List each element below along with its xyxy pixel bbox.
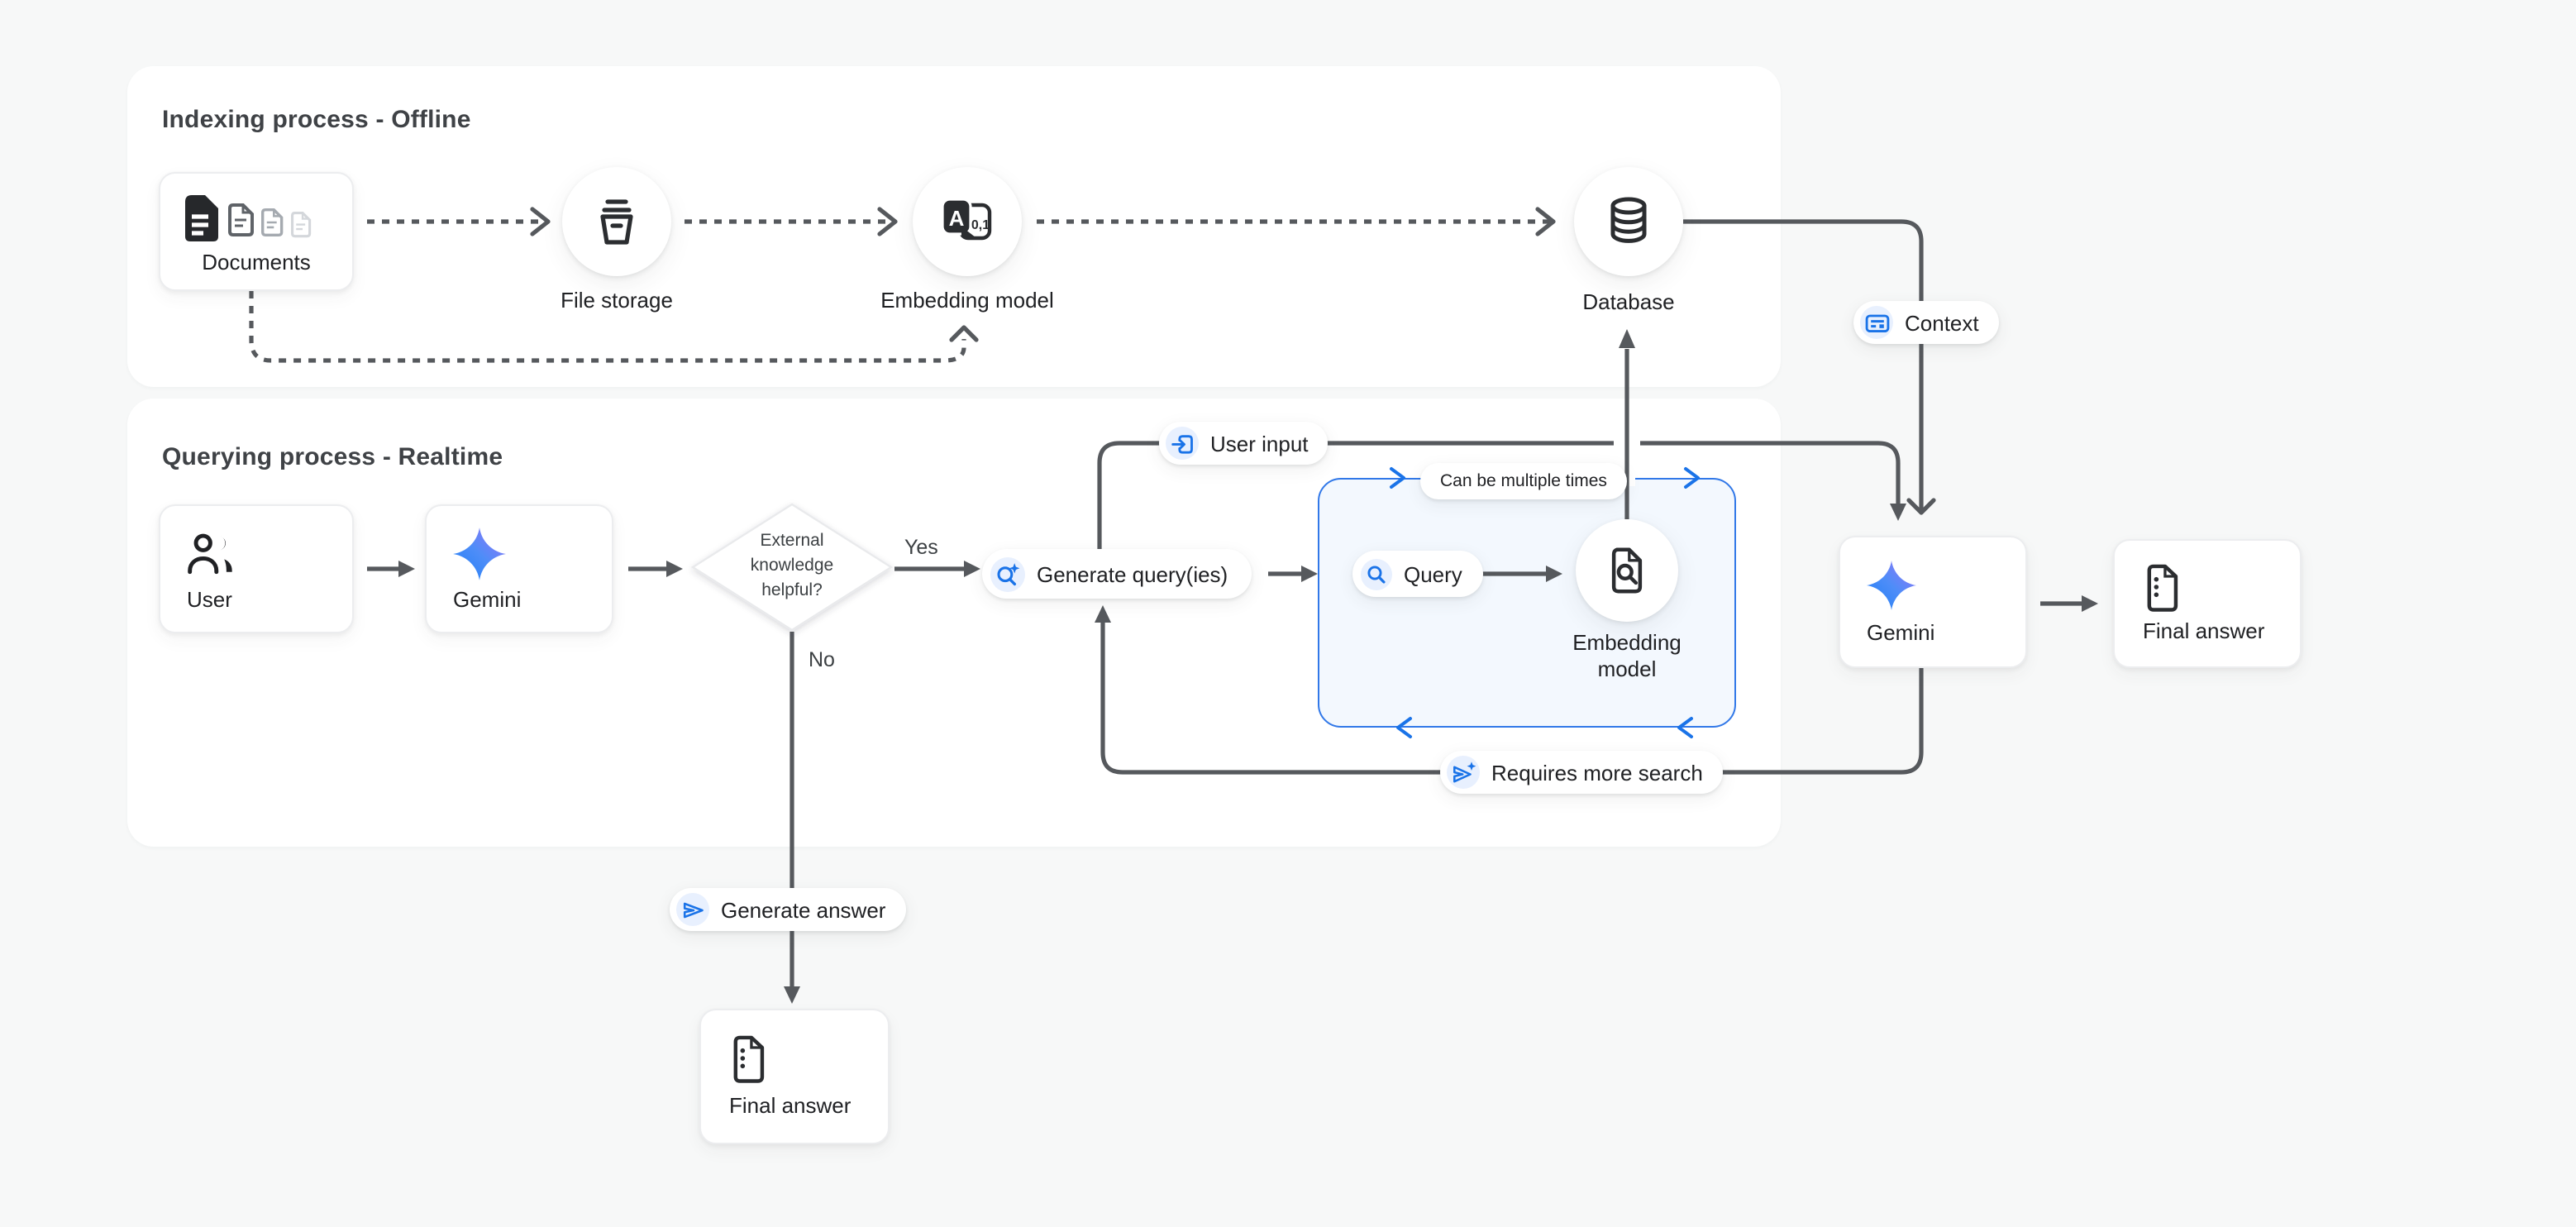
decision-label: External knowledge helpful? [726,529,858,604]
final-answer-right-node: Final answer [2113,539,2302,668]
send-sparkle-icon [1447,756,1480,789]
context-pill-label: Context [1905,310,1979,335]
svg-text:0,1: 0,1 [971,218,990,232]
database-label: Database [1529,289,1728,314]
final-answer-bottom-node: Final answer [699,1009,890,1144]
gemini-query-node: Gemini [425,504,613,633]
bucket-icon [589,193,645,250]
edge-gemini-to-final-answer [2040,595,2098,612]
send-icon [676,893,709,926]
user-label: User [187,587,232,612]
embedding-model-query-node [1576,519,1678,622]
rag-architecture-diagram: Indexing process - Offline Querying proc… [0,0,2576,1227]
file-storage-label: File storage [518,288,716,313]
user-input-label: User input [1210,431,1309,456]
database-node [1574,167,1683,276]
gemini-star-icon [451,526,508,582]
search-icon [1361,558,1392,590]
documents-icon [184,193,319,243]
embedding-model-indexing-node: 0,1 A [913,167,1022,276]
final-answer-right-label: Final answer [2143,618,2264,643]
indexing-panel-title: Indexing process - Offline [162,106,471,134]
user-input-pill: User input [1159,422,1329,465]
user-node: User [159,504,354,633]
generate-queries-label: Generate query(ies) [1037,561,1228,586]
generate-queries-pill: Generate query(ies) [982,549,1251,599]
query-sparkle-icon [990,556,1025,591]
final-answer-bottom-label: Final answer [729,1093,851,1118]
database-icon [1600,195,1657,248]
user-icon [185,529,241,579]
context-pill: Context [1853,301,1999,344]
final-answer-doc-icon [2143,562,2186,612]
gemini-answer-node: Gemini [1839,536,2027,668]
query-pill: Query [1352,551,1484,597]
svg-text:A: A [949,206,965,231]
document-search-icon [1604,546,1650,595]
context-icon [1860,306,1893,339]
no-edge-label: No [809,648,835,671]
requires-more-search-pill: Requires more search [1440,751,1723,794]
querying-panel-title: Querying process - Realtime [162,443,503,471]
generate-answer-pill: Generate answer [670,888,905,931]
documents-node: Documents [159,172,354,291]
user-input-icon [1166,427,1199,460]
gemini-query-label: Gemini [453,587,521,612]
requires-more-search-label: Requires more search [1491,760,1703,785]
gemini-star-icon [1865,559,1918,612]
gemini-answer-label: Gemini [1867,620,1934,645]
file-storage-node [562,167,671,276]
can-be-multiple-times-label: Can be multiple times [1440,471,1607,491]
can-be-multiple-times-pill: Can be multiple times [1420,463,1627,499]
generate-answer-label: Generate answer [721,897,885,922]
embedding-model-icon: 0,1 A [936,195,999,248]
yes-edge-label: Yes [904,536,938,559]
embedding-model-indexing-label: Embedding model [852,288,1083,313]
documents-label: Documents [160,250,352,275]
query-pill-label: Query [1404,561,1462,586]
final-answer-doc-icon [729,1034,772,1083]
retrieval-loop-box [1318,478,1736,728]
embedding-model-query-label: Embedding model [1544,630,1710,683]
